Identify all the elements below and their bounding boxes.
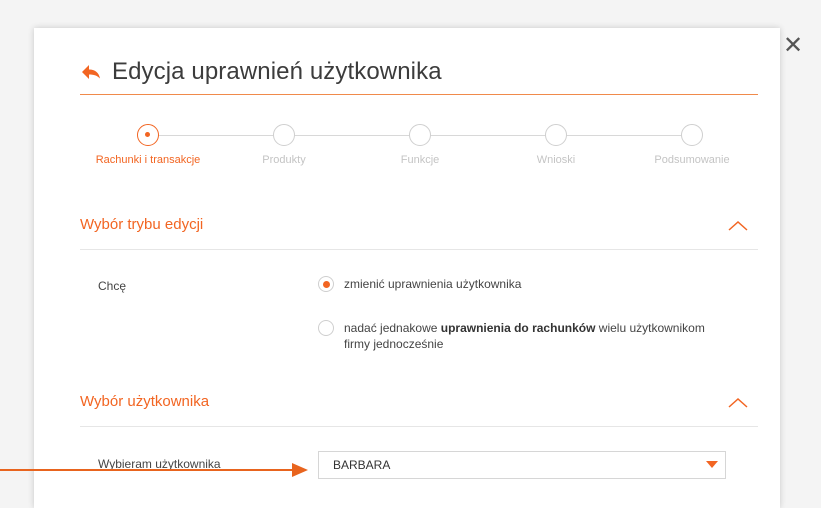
radio-label-bold: uprawnienia do rachunków <box>440 321 596 335</box>
chevron-up-icon[interactable] <box>726 217 750 233</box>
step-label: Funkcje <box>400 154 440 166</box>
close-icon[interactable]: ✕ <box>783 32 803 59</box>
step-indicator <box>545 124 567 146</box>
close-button[interactable]: ✕ <box>780 34 806 60</box>
radio-label-part: nadać jednakowe <box>344 321 441 335</box>
edit-permissions-dialog <box>34 28 780 508</box>
annotation-arrowhead-icon <box>292 463 308 477</box>
step-funkcje[interactable]: Funkcje <box>350 124 490 166</box>
radio-button[interactable] <box>318 320 334 336</box>
step-indicator <box>409 124 431 146</box>
dialog-header: Edycja uprawnień użytkownika <box>80 52 442 92</box>
chevron-up-icon[interactable] <box>726 394 750 410</box>
step-label: Wnioski <box>536 154 576 166</box>
step-produkty[interactable]: Produkty <box>214 124 354 166</box>
section-title: Wybór trybu edycji <box>80 216 204 233</box>
step-indicator <box>273 124 295 146</box>
step-indicator-active <box>137 124 159 146</box>
step-label: Rachunki i transakcje <box>95 154 201 166</box>
radio-button-checked[interactable] <box>318 276 334 292</box>
section-title: Wybór użytkownika <box>80 393 210 410</box>
select-value: BARBARA <box>333 458 391 472</box>
step-rachunki[interactable]: Rachunki i transakcje <box>78 124 218 166</box>
back-arrow-icon[interactable] <box>80 60 104 84</box>
step-podsumowanie[interactable]: Podsumowanie <box>622 124 762 166</box>
step-label: Podsumowanie <box>654 154 730 166</box>
user-select-dropdown[interactable]: BARBARA <box>318 451 726 479</box>
step-indicator <box>681 124 703 146</box>
radio-option-change-user[interactable]: zmienić uprawnienia użytkownika <box>318 276 521 292</box>
section-header-user-select[interactable]: Wybór użytkownika <box>80 377 758 427</box>
radio-label: nadać jednakowe uprawnienia do rachunków… <box>344 320 718 352</box>
annotation-arrow-line <box>0 469 296 471</box>
section-header-edit-mode[interactable]: Wybór trybu edycji <box>80 200 758 250</box>
step-wnioski[interactable]: Wnioski <box>486 124 626 166</box>
field-label-mode: Chcę <box>98 279 127 293</box>
radio-option-bulk-accounts[interactable]: nadać jednakowe uprawnienia do rachunków… <box>318 320 718 352</box>
step-label: Produkty <box>262 154 306 166</box>
caret-down-icon[interactable] <box>699 452 725 478</box>
title-divider <box>80 94 758 95</box>
page-title: Edycja uprawnień użytkownika <box>112 58 442 85</box>
radio-label: zmienić uprawnienia użytkownika <box>344 277 522 291</box>
